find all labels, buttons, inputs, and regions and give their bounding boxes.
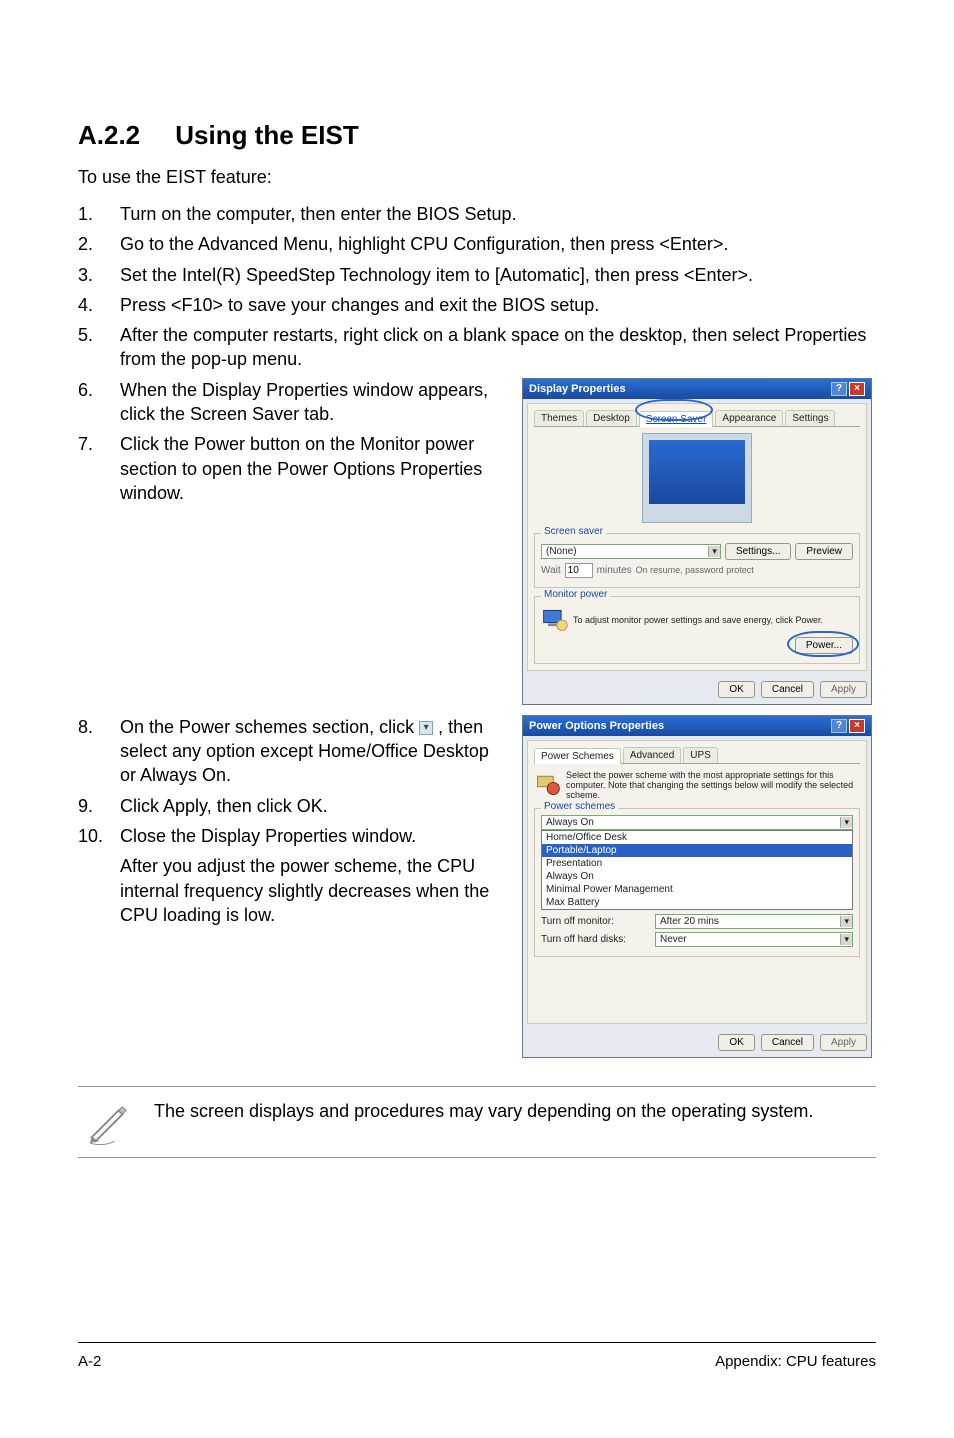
power-ok-button[interactable]: OK — [718, 1034, 754, 1051]
section-heading: A.2.2 Using the EIST — [78, 120, 876, 151]
steps-list-top: 1.Turn on the computer, then enter the B… — [78, 202, 876, 372]
note-pen-icon — [86, 1099, 132, 1145]
monitor-power-group-label: Monitor power — [541, 589, 610, 600]
tab-ups[interactable]: UPS — [683, 747, 718, 763]
display-ok-button[interactable]: OK — [718, 681, 754, 698]
wait-minutes: minutes — [597, 565, 632, 576]
turn-off-monitor-label: Turn off monitor: — [541, 916, 651, 927]
power-scheme-dropdown-list[interactable]: Home/Office Desk Portable/Laptop Present… — [541, 830, 853, 910]
screensaver-combo[interactable]: (None)▾ — [541, 544, 721, 559]
dlg-title: Display Properties — [529, 383, 626, 395]
power-options-dialog: Power Options Properties ? × Power Schem… — [522, 715, 872, 1058]
steps-list-bottom: 8. On the Power schemes section, click ▾… — [78, 715, 498, 848]
help-icon[interactable]: ? — [831, 719, 847, 733]
dropdown-arrow-inline-icon: ▾ — [419, 721, 433, 735]
monitor-preview-icon — [642, 433, 752, 523]
chevron-down-icon[interactable]: ▾ — [840, 817, 852, 828]
tab-themes[interactable]: Themes — [534, 410, 584, 426]
note-block: The screen displays and procedures may v… — [78, 1086, 876, 1158]
close-icon[interactable]: × — [849, 719, 865, 733]
monitor-power-text: To adjust monitor power settings and sav… — [573, 615, 853, 625]
display-apply-button[interactable]: Apply — [820, 681, 867, 698]
turn-off-hdd-combo[interactable]: Never▾ — [655, 932, 853, 947]
monitor-power-icon — [541, 606, 569, 634]
tab-settings[interactable]: Settings — [785, 410, 835, 426]
step-8-text: On the Power schemes section, click ▾ , … — [120, 715, 498, 788]
list-item[interactable]: Home/Office Desk — [542, 831, 852, 844]
display-properties-dialog: Display Properties ? × Themes Desktop Sc… — [522, 378, 872, 705]
tab-power-schemes[interactable]: Power Schemes — [534, 748, 621, 764]
display-cancel-button[interactable]: Cancel — [761, 681, 814, 698]
tab-advanced[interactable]: Advanced — [623, 747, 681, 763]
wait-spinner[interactable] — [565, 563, 593, 578]
power-scheme-desc: Select the power scheme with the most ap… — [566, 770, 860, 800]
tab-desktop[interactable]: Desktop — [586, 410, 637, 426]
chevron-down-icon[interactable]: ▾ — [840, 916, 852, 927]
on-resume-label: On resume, password protect — [636, 565, 754, 575]
close-icon[interactable]: × — [849, 382, 865, 396]
power-cancel-button[interactable]: Cancel — [761, 1034, 814, 1051]
footer-page-number: A-2 — [78, 1353, 101, 1370]
section-number: A.2.2 — [78, 120, 168, 151]
list-item[interactable]: Always On — [542, 870, 852, 883]
screensaver-group-label: Screen saver — [541, 526, 606, 537]
page-footer: A-2 Appendix: CPU features — [78, 1342, 876, 1370]
section-title-text: Using the EIST — [175, 120, 358, 150]
chevron-down-icon[interactable]: ▾ — [708, 546, 720, 557]
help-icon[interactable]: ? — [831, 382, 847, 396]
screensaver-preview-button[interactable]: Preview — [795, 543, 853, 560]
screen-saver-tab-callout-ellipse — [635, 399, 713, 421]
after-adjust-note: After you adjust the power scheme, the C… — [120, 854, 498, 927]
footer-chapter: Appendix: CPU features — [715, 1353, 876, 1370]
power-button-callout-ellipse — [787, 631, 859, 657]
power-apply-button[interactable]: Apply — [820, 1034, 867, 1051]
turn-off-monitor-combo[interactable]: After 20 mins▾ — [655, 914, 853, 929]
power-scheme-combo[interactable]: Always On ▾ — [541, 815, 853, 830]
list-item[interactable]: Max Battery — [542, 896, 852, 909]
turn-off-hdd-label: Turn off hard disks: — [541, 934, 651, 945]
tab-appearance[interactable]: Appearance — [715, 410, 783, 426]
power-dlg-title: Power Options Properties — [529, 720, 664, 732]
steps-list-mid: 6.When the Display Properties window app… — [78, 378, 498, 505]
power-schemes-group-label: Power schemes — [541, 801, 618, 812]
intro-line: To use the EIST feature: — [78, 167, 876, 188]
screensaver-settings-button[interactable]: Settings... — [725, 543, 791, 560]
note-text: The screen displays and procedures may v… — [154, 1099, 813, 1123]
list-item[interactable]: Minimal Power Management — [542, 883, 852, 896]
list-item[interactable]: Portable/Laptop — [542, 844, 852, 857]
chevron-down-icon[interactable]: ▾ — [840, 934, 852, 945]
wait-label: Wait — [541, 565, 561, 576]
power-scheme-icon — [534, 771, 562, 799]
list-item[interactable]: Presentation — [542, 857, 852, 870]
